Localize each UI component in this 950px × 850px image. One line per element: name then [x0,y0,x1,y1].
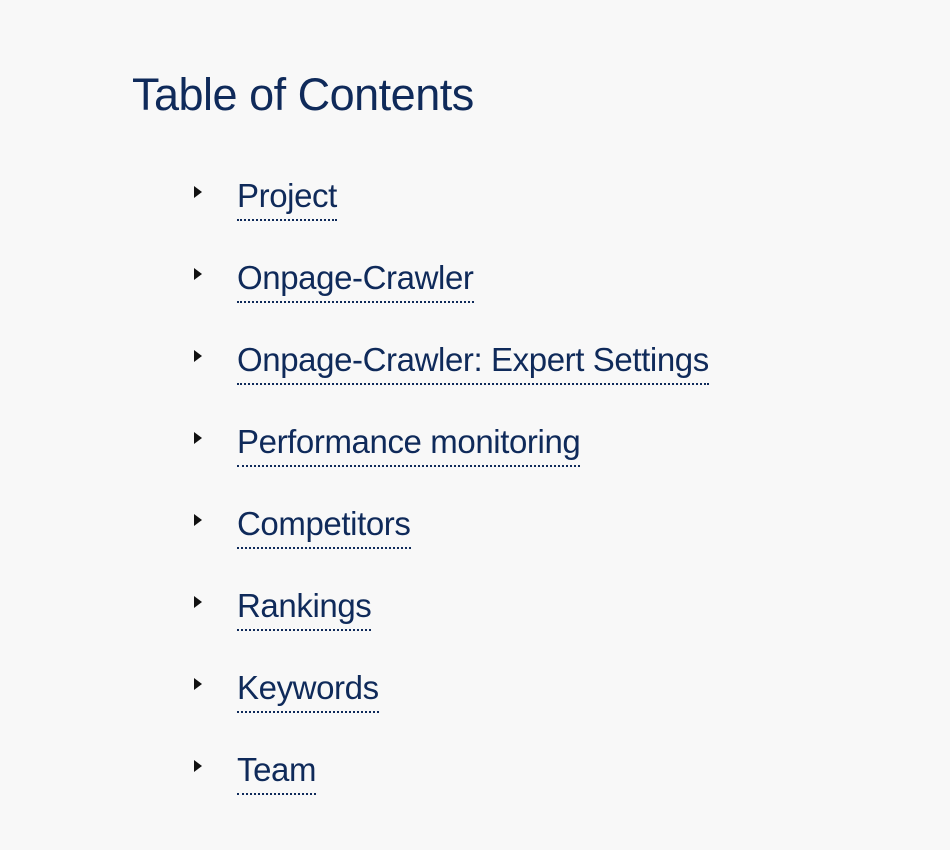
caret-right-icon [194,186,202,198]
caret-right-icon [194,678,202,690]
toc-link-rankings[interactable]: Rankings [237,583,372,631]
toc-link-onpage-crawler[interactable]: Onpage-Crawler [237,255,474,303]
caret-right-icon [194,268,202,280]
toc-item-competitors: Competitors [194,501,894,583]
toc-link-onpage-crawler-expert-settings[interactable]: Onpage-Crawler: Expert Settings [237,337,709,385]
toc-item-keywords: Keywords [194,665,894,747]
toc-link-competitors[interactable]: Competitors [237,501,411,549]
toc-list: Project Onpage-Crawler Onpage-Crawler: E… [194,173,894,829]
toc-link-keywords[interactable]: Keywords [237,665,379,713]
toc-item-performance-monitoring: Performance monitoring [194,419,894,501]
toc-link-performance-monitoring[interactable]: Performance monitoring [237,419,581,467]
toc-item-onpage-crawler: Onpage-Crawler [194,255,894,337]
caret-right-icon [194,760,202,772]
toc-item-project: Project [194,173,894,255]
toc-item-team: Team [194,747,894,829]
caret-right-icon [194,514,202,526]
caret-right-icon [194,596,202,608]
toc-link-project[interactable]: Project [237,173,337,221]
toc-title: Table of Contents [132,69,474,120]
caret-right-icon [194,350,202,362]
toc-item-rankings: Rankings [194,583,894,665]
toc-link-team[interactable]: Team [237,747,317,795]
toc-item-onpage-crawler-expert-settings: Onpage-Crawler: Expert Settings [194,337,894,419]
caret-right-icon [194,432,202,444]
table-of-contents: Table of Contents Project Onpage-Crawler… [132,60,709,795]
